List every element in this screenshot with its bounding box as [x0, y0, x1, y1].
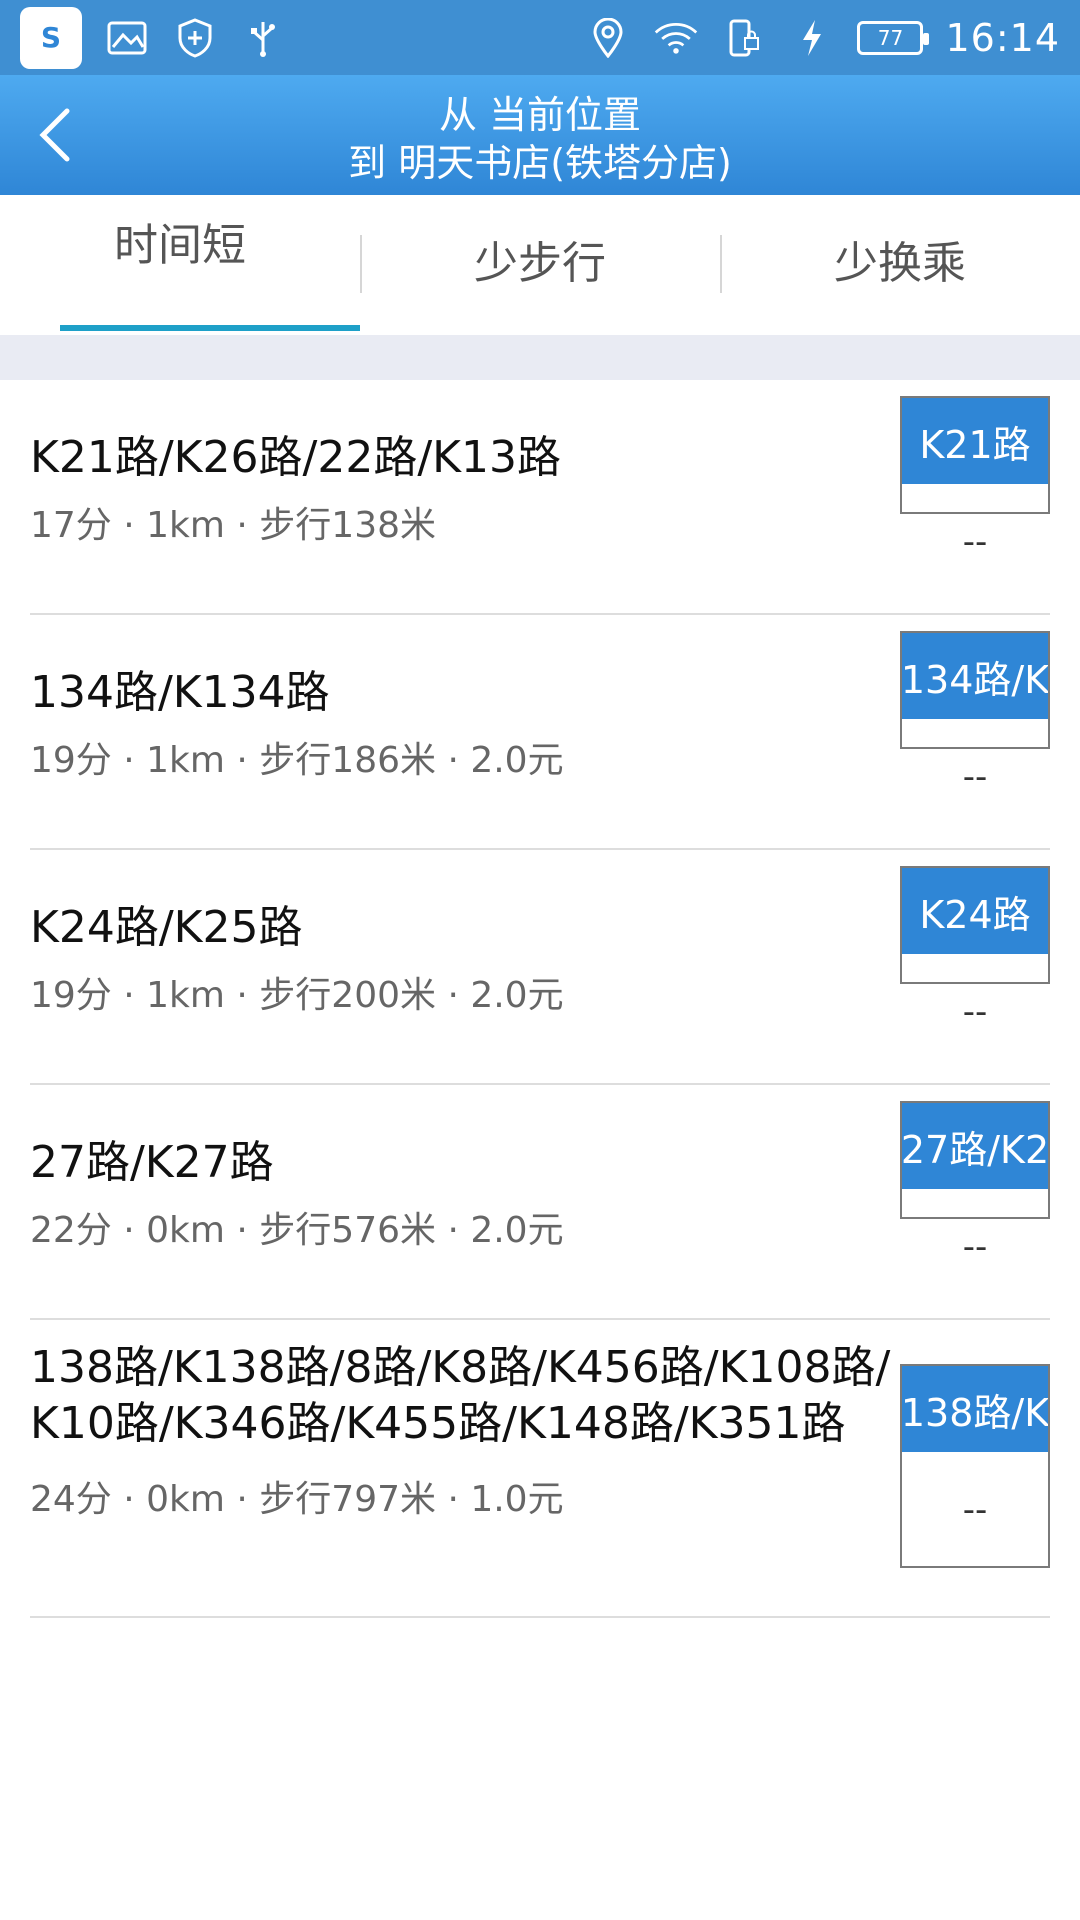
badge-status: --	[962, 1490, 988, 1530]
badge-status: --	[962, 757, 988, 797]
badge-line-label: 27路/K2	[902, 1103, 1048, 1189]
route-lines: 27路/K27路	[30, 1137, 274, 1188]
tab-label: 少步行	[474, 238, 606, 289]
tab-shortest-time[interactable]: 时间短	[0, 195, 360, 335]
route-badge: 134路/K --	[900, 631, 1050, 797]
route-summary-title: 从 当前位置 到 明天书店(铁塔分店)	[0, 91, 1080, 187]
route-badge: K21路 --	[900, 396, 1050, 562]
route-meta: 17分 · 1km · 步行138米	[30, 505, 437, 546]
badge-line-label: 138路/K	[902, 1366, 1048, 1452]
badge-line-label: K24路	[902, 868, 1048, 954]
route-badge: 138路/K --	[900, 1364, 1050, 1568]
route-item[interactable]: K24路/K25路 19分 · 1km · 步行200米 · 2.0元 K24路…	[30, 850, 1050, 1085]
phone-lock-icon	[721, 15, 767, 61]
wifi-icon	[653, 15, 699, 61]
shopping-bag-icon: S	[20, 6, 82, 69]
badge-line-label: 134路/K	[902, 633, 1048, 719]
status-left-icons: S	[20, 6, 286, 69]
status-time: 16:14	[945, 15, 1060, 60]
sort-tabs: 时间短 少步行 少换乘	[0, 195, 1080, 335]
app-header: 从 当前位置 到 明天书店(铁塔分店)	[0, 75, 1080, 195]
route-meta: 19分 · 1km · 步行200米 · 2.0元	[30, 975, 564, 1016]
status-bar: S 77 16:14	[0, 0, 1080, 75]
route-badge: K24路 --	[900, 866, 1050, 1032]
tab-less-walking[interactable]: 少步行	[360, 195, 720, 335]
location-pin-icon	[585, 15, 631, 61]
badge-status: --	[962, 992, 988, 1032]
badge-status: --	[962, 522, 988, 562]
battery-level: 77	[877, 25, 904, 50]
route-lines: 138路/K138路/8路/K8路/K456路/K108路/K10路/K346路…	[30, 1342, 891, 1449]
route-meta: 24分 · 0km · 步行797米 · 1.0元	[30, 1479, 564, 1520]
badge-status: --	[962, 1227, 988, 1267]
route-item[interactable]: 138路/K138路/8路/K8路/K456路/K108路/K10路/K346路…	[30, 1320, 1050, 1618]
shield-plus-icon	[172, 15, 218, 61]
section-divider	[0, 335, 1080, 380]
image-icon	[104, 15, 150, 61]
route-lines: K21路/K26路/22路/K13路	[30, 432, 561, 483]
tab-fewer-transfers[interactable]: 少换乘	[720, 195, 1080, 335]
route-item[interactable]: 27路/K27路 22分 · 0km · 步行576米 · 2.0元 27路/K…	[30, 1085, 1050, 1320]
tab-label: 时间短	[114, 220, 246, 271]
destination-line: 到 明天书店(铁塔分店)	[348, 141, 732, 185]
badge-line-label: K21路	[902, 398, 1048, 484]
usb-icon	[240, 15, 286, 61]
route-lines: 134路/K134路	[30, 667, 330, 718]
route-lines: K24路/K25路	[30, 902, 303, 953]
route-list: K21路/K26路/22路/K13路 17分 · 1km · 步行138米 K2…	[0, 380, 1080, 1618]
charging-bolt-icon	[789, 15, 835, 61]
route-badge: 27路/K2 --	[900, 1101, 1050, 1267]
battery-indicator: 77	[857, 20, 930, 55]
route-item[interactable]: 134路/K134路 19分 · 1km · 步行186米 · 2.0元 134…	[30, 615, 1050, 850]
route-meta: 19分 · 1km · 步行186米 · 2.0元	[30, 740, 564, 781]
route-item[interactable]: K21路/K26路/22路/K13路 17分 · 1km · 步行138米 K2…	[30, 380, 1050, 615]
tab-label: 少换乘	[834, 238, 966, 289]
route-meta: 22分 · 0km · 步行576米 · 2.0元	[30, 1210, 564, 1251]
origin-line: 从 当前位置	[438, 93, 642, 137]
status-right-icons: 77 16:14	[585, 15, 1060, 61]
